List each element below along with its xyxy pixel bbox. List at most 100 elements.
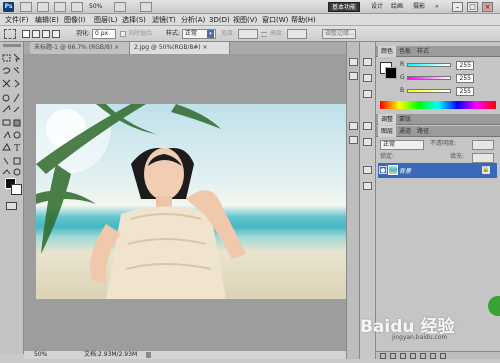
history-brush-icon[interactable] (13, 106, 20, 113)
antialias-checkbox[interactable] (120, 31, 126, 37)
workspace-design[interactable]: 设计 (368, 2, 386, 12)
menu-window[interactable]: 窗口(W) (262, 14, 288, 26)
blend-mode-select[interactable]: 正常 (380, 140, 424, 150)
eye-icon[interactable]: ● (379, 166, 387, 174)
menu-file[interactable]: 文件(F) (5, 14, 29, 26)
type-tool-icon[interactable]: T (14, 144, 20, 154)
width-input[interactable] (238, 29, 258, 39)
shape-tool-icon[interactable] (13, 157, 21, 165)
hand-icon[interactable] (2, 169, 11, 175)
color-bg-swatch[interactable] (385, 67, 397, 79)
fill-input[interactable] (472, 153, 494, 163)
eyedropper-icon[interactable] (14, 79, 20, 88)
color-panel-icon[interactable] (363, 58, 372, 66)
eraser-icon[interactable] (2, 119, 11, 126)
opacity-input[interactable] (472, 140, 494, 150)
style-select[interactable]: 正常 ▾ (182, 29, 216, 39)
fx-icon[interactable] (390, 353, 396, 359)
channel-r-slider[interactable] (407, 63, 451, 67)
arrange-documents-icon[interactable] (114, 2, 126, 12)
tab-paths[interactable]: 路径 (414, 126, 432, 137)
minimize-button[interactable]: – (452, 2, 463, 12)
pen-icon[interactable] (2, 143, 11, 151)
new-selection-icon[interactable] (22, 30, 30, 38)
tab-2jpg[interactable]: 2.jpg @ 50%(RGB/8#) × (130, 42, 230, 54)
move-tool-icon[interactable] (13, 53, 21, 63)
status-arrow-icon[interactable] (146, 352, 151, 358)
menu-select[interactable]: 选择(S) (122, 14, 146, 26)
character-panel-icon[interactable] (349, 122, 358, 130)
crop-icon[interactable] (2, 79, 11, 88)
tab-color[interactable]: 颜色 (378, 46, 397, 57)
quick-mask-icon[interactable] (6, 202, 17, 210)
status-zoom[interactable]: 50% (34, 351, 47, 359)
add-selection-icon[interactable] (32, 30, 40, 38)
tab-channels[interactable]: 通道 (396, 126, 414, 137)
layer-row-background[interactable]: ● 背景 🔒 (378, 163, 497, 178)
toolbox-grip[interactable] (3, 44, 21, 47)
height-input[interactable] (287, 29, 307, 39)
channel-r-value[interactable]: 255 (456, 61, 474, 70)
clone-stamp-icon[interactable] (2, 105, 11, 113)
new-group-icon[interactable] (420, 353, 426, 359)
styles-panel-icon[interactable] (363, 90, 372, 98)
subtract-selection-icon[interactable] (42, 30, 50, 38)
bridge-icon[interactable] (20, 2, 32, 12)
blur-icon[interactable] (3, 130, 11, 139)
paragraph-panel-icon[interactable] (349, 136, 358, 144)
refine-edge-button[interactable]: 调整边缘... (322, 29, 356, 39)
swap-dimensions-icon[interactable] (261, 32, 267, 37)
path-select-icon[interactable] (3, 157, 9, 165)
status-doc-size[interactable]: 文档:2.93M/2.93M (84, 351, 137, 359)
tab-styles[interactable]: 样式 (414, 46, 432, 57)
brush-icon[interactable] (13, 93, 20, 103)
zoom-tool-icon[interactable] (13, 168, 21, 176)
channel-b-value[interactable]: 255 (456, 87, 474, 96)
magic-wand-icon[interactable] (13, 66, 20, 74)
dodge-icon[interactable] (13, 131, 21, 139)
view-extras-icon[interactable] (54, 2, 66, 12)
maximize-button[interactable]: □ (467, 2, 478, 12)
workspace-more[interactable]: » (432, 2, 442, 12)
adjustment-layer-icon[interactable] (410, 353, 416, 359)
masks-panel-icon[interactable] (363, 138, 372, 146)
channel-g-value[interactable]: 255 (456, 74, 474, 83)
adjustments-panel-icon[interactable] (363, 122, 372, 130)
layer-name[interactable]: 背景 (399, 166, 411, 175)
screen-mode-icon[interactable] (140, 2, 152, 12)
feather-input[interactable]: 0 px (92, 29, 116, 39)
menu-3d[interactable]: 3D(D) (209, 14, 230, 26)
workspace-painting[interactable]: 绘画 (388, 2, 406, 12)
add-mask-icon[interactable] (400, 353, 406, 359)
channel-g-slider[interactable] (407, 76, 451, 80)
history-panel-icon[interactable] (349, 58, 358, 66)
marquee-preset-icon[interactable] (4, 29, 16, 39)
rect-marquee-icon[interactable] (2, 54, 11, 62)
menu-edit[interactable]: 编辑(E) (35, 14, 59, 26)
channel-b-slider[interactable] (407, 89, 451, 93)
menu-image[interactable]: 图像(I) (64, 14, 86, 26)
healing-brush-icon[interactable] (2, 94, 10, 102)
hand-tool-icon[interactable] (71, 2, 83, 12)
link-layers-icon[interactable] (380, 353, 386, 359)
tab-swatches[interactable]: 色板 (396, 46, 414, 57)
menu-help[interactable]: 帮助(H) (291, 14, 316, 26)
channels-panel-icon[interactable] (363, 182, 372, 190)
new-layer-icon[interactable] (430, 353, 436, 359)
actions-panel-icon[interactable] (349, 72, 358, 80)
menu-view[interactable]: 视图(V) (233, 14, 257, 26)
gradient-icon[interactable] (13, 119, 21, 127)
menu-analysis[interactable]: 分析(A) (181, 14, 205, 26)
swatches-panel-icon[interactable] (363, 74, 372, 82)
background-color-swatch[interactable] (11, 184, 22, 195)
tab-layers[interactable]: 图层 (378, 126, 397, 137)
color-spectrum[interactable] (380, 101, 496, 109)
minibridge-icon[interactable] (37, 2, 49, 12)
intersect-selection-icon[interactable] (52, 30, 60, 38)
lasso-icon[interactable] (2, 67, 11, 74)
workspace-essentials[interactable]: 基本功能 (328, 2, 361, 12)
menu-filter[interactable]: 滤镜(T) (152, 14, 176, 26)
workspace-photography[interactable]: 摄影 (410, 2, 428, 12)
tab-adjustments[interactable]: 调整 (378, 114, 397, 125)
tab-masks[interactable]: 蒙版 (396, 114, 414, 125)
